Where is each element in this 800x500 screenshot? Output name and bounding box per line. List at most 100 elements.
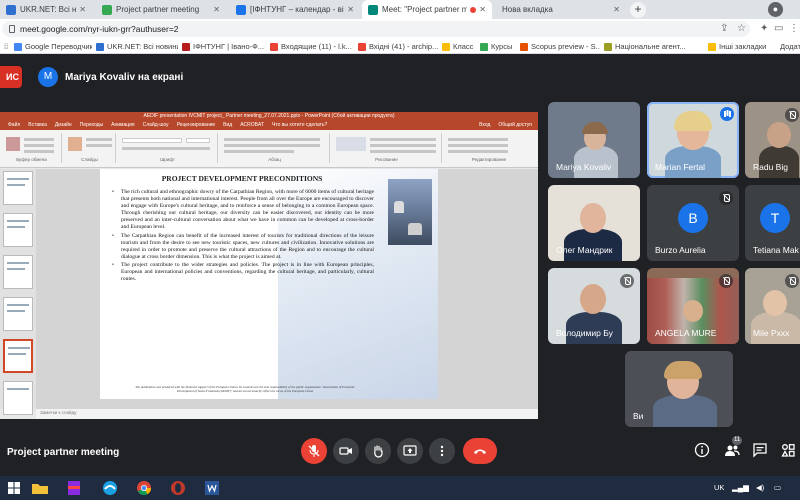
slide-footer: The publication was produced with the fi… — [135, 385, 355, 393]
volume-icon[interactable]: ◀) — [756, 483, 764, 492]
bookmark-scopus[interactable]: Scopus preview - S... — [520, 41, 600, 52]
slide-thumbnail[interactable] — [3, 171, 33, 205]
windows-start-icon[interactable] — [4, 478, 24, 498]
ppt-menu-item[interactable]: Анимация — [111, 121, 134, 130]
chat-icon[interactable] — [752, 442, 768, 458]
microphone-toggle-button[interactable] — [301, 438, 327, 464]
browser-tab-calendar[interactable]: [ІФНТУНГ – календар - вівторок ✕ — [230, 0, 360, 19]
bookmark-ifntung[interactable]: ІФНТУНГ | Івано-Ф... — [182, 41, 266, 52]
bookmark-inbox-lk[interactable]: Входящие (11) - l.k... — [270, 41, 354, 52]
ribbon-line — [122, 147, 210, 150]
ribbon-group-label: Слайды — [81, 157, 98, 162]
winrar-icon[interactable] — [64, 478, 84, 498]
font-name-select[interactable] — [122, 138, 182, 143]
ribbon-line — [24, 150, 54, 153]
shapes-icon[interactable] — [336, 137, 366, 151]
file-explorer-icon[interactable] — [30, 478, 50, 498]
ppt-menu-item[interactable]: Переходы — [80, 121, 103, 130]
ppt-menu-item[interactable]: Дизайн — [55, 121, 72, 130]
keyboard-language-indicator[interactable]: UK — [714, 483, 724, 492]
present-screen-icon — [403, 445, 417, 456]
word-icon[interactable] — [202, 478, 222, 498]
font-size-select[interactable] — [186, 138, 210, 143]
slide-bullet: The project contribute to the wider stra… — [112, 262, 374, 283]
info-icon[interactable] — [694, 442, 710, 458]
profile-icon[interactable]: ● — [768, 2, 783, 17]
participant-tile[interactable]: B Burzo Aurelia — [647, 185, 739, 261]
present-now-button[interactable] — [397, 438, 423, 464]
raise-hand-button[interactable] — [365, 438, 391, 464]
new-tab-button[interactable]: + — [630, 2, 646, 18]
cast-icon[interactable]: ▭ — [774, 23, 783, 35]
ppt-menu-item[interactable]: Вид — [223, 121, 232, 130]
close-icon[interactable]: ✕ — [347, 5, 354, 14]
participant-tile[interactable]: Radu Big — [745, 102, 800, 178]
participant-name: ANGELA MURE — [655, 328, 717, 338]
participant-tile-speaking[interactable]: Marian Fertal — [647, 102, 739, 178]
close-icon[interactable]: ✕ — [79, 5, 86, 14]
edge-browser-icon[interactable] — [100, 478, 120, 498]
browser-tab-new-tab[interactable]: Нова вкладка ✕ — [496, 0, 626, 19]
browser-tab-ukrnet[interactable]: UKR.NET: Всі новини України, ост ✕ — [0, 0, 92, 19]
bookmark-other[interactable]: Інші закладки — [708, 41, 778, 52]
ppt-menu-item[interactable]: Файл — [8, 121, 20, 130]
close-icon[interactable]: ✕ — [213, 5, 220, 14]
slide-thumbnail[interactable] — [3, 213, 33, 247]
bookmark-courses[interactable]: Курсы — [480, 41, 518, 52]
close-icon[interactable]: ✕ — [479, 5, 486, 14]
notification-icon[interactable]: ▭ — [774, 483, 781, 492]
bookmark-ukrnet[interactable]: UKR.NET: Всі новини... — [96, 41, 178, 52]
courses-favicon-icon — [480, 42, 488, 51]
ppt-menu-item[interactable]: Слайд-шоу — [143, 121, 169, 130]
star-icon[interactable]: ☆ — [737, 23, 746, 35]
new-slide-icon[interactable] — [68, 137, 82, 151]
bookmark-google-translate[interactable]: Google Переводчик — [14, 41, 92, 52]
puzzle-icon[interactable]: ✦ — [760, 23, 768, 35]
browser-tab-meet[interactable]: Meet: "Project partner meeti ✕ — [362, 0, 492, 19]
ppt-menu-item[interactable]: Вставка — [28, 121, 47, 130]
slide-thumbnail[interactable] — [3, 255, 33, 289]
more-options-button[interactable] — [429, 438, 455, 464]
slide-thumbnail[interactable] — [3, 381, 33, 415]
ppt-tell-me[interactable]: Что вы хотите сделать? — [272, 121, 327, 130]
activities-icon[interactable] — [780, 442, 796, 458]
apps-grid-icon[interactable]: ⁞⁞ — [4, 41, 14, 52]
bookmark-national-agency[interactable]: Національне агент... — [604, 41, 688, 52]
participant-tile[interactable]: Mariya Kovaliv — [548, 102, 640, 178]
ppt-menu-item[interactable]: ACROBAT — [240, 121, 264, 130]
ppt-sign-in[interactable]: Вход — [479, 121, 490, 130]
chrome-icon[interactable] — [134, 478, 154, 498]
speaking-indicator-icon — [720, 107, 734, 121]
bookmark-inbox-archip[interactable]: Вхідні (41) - archip... — [358, 41, 438, 52]
address-bar[interactable]: meet.google.com/nyr-iukn-grr?authuser=2 — [2, 21, 750, 37]
leave-call-button[interactable] — [463, 438, 497, 464]
bookmark-label: Інші закладки — [719, 42, 767, 51]
thumb-line — [8, 347, 30, 349]
network-icon[interactable]: ▂▄▆ — [732, 483, 749, 492]
hair-shape — [582, 122, 608, 134]
current-slide[interactable]: PROJECT DEVELOPMENT PRECONDITIONS The ri… — [100, 169, 438, 399]
participant-tile[interactable]: ANGELA MURE — [647, 268, 739, 344]
slide-thumbnail[interactable] — [3, 297, 33, 331]
thumb-line — [7, 262, 29, 264]
stop-presenting-button[interactable]: ИС — [0, 66, 22, 88]
opera-icon[interactable] — [168, 478, 188, 498]
slide-notes[interactable]: Заметки к слайду — [36, 409, 538, 419]
participant-tile[interactable]: Володимир Бу — [548, 268, 640, 344]
self-view-tile[interactable]: Ви — [625, 351, 733, 427]
menu-dots-icon[interactable]: ⋮ — [789, 23, 799, 35]
ppt-menu-item[interactable]: Рецензирование — [177, 121, 216, 130]
browser-tab-project-meeting[interactable]: Project partner meeting ✕ — [96, 0, 226, 19]
ribbon-line — [224, 138, 320, 141]
participant-tile[interactable]: Mile Pxxx — [745, 268, 800, 344]
close-icon[interactable]: ✕ — [613, 5, 620, 14]
bookmark-class[interactable]: Класс — [442, 41, 478, 52]
ppt-share[interactable]: Общий доступ — [498, 121, 532, 130]
participant-tile[interactable]: Олег Мандрик — [548, 185, 640, 261]
participant-tile[interactable]: T Tetiana Mak — [745, 185, 800, 261]
slide-thumbnail-selected[interactable] — [3, 339, 33, 373]
bookmark-apps[interactable]: Додатки — [780, 41, 800, 52]
share-icon[interactable]: ⇪ — [720, 23, 728, 35]
camera-toggle-button[interactable] — [333, 438, 359, 464]
paste-icon[interactable] — [6, 137, 20, 151]
